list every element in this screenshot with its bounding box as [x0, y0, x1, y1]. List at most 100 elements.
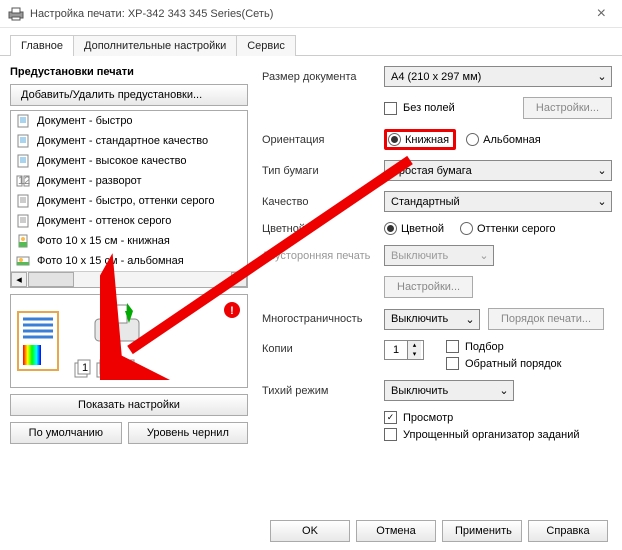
borderless-label: Без полей	[403, 102, 455, 114]
item-label: Документ - стандартное качество	[37, 135, 208, 147]
color-gray-radio[interactable]	[460, 222, 473, 235]
list-item[interactable]: Документ - быстро, оттенки серого	[11, 191, 247, 211]
item-label: Документ - высокое качество	[37, 155, 186, 167]
printer-preview-icon	[89, 301, 145, 347]
color-color-radio[interactable]	[384, 222, 397, 235]
orientation-highlight: Книжная	[384, 129, 456, 150]
collate-label: Подбор	[465, 341, 504, 353]
doc-icon	[15, 153, 31, 169]
close-icon[interactable]: ×	[589, 3, 614, 25]
multipage-label: Многостраничность	[262, 313, 384, 325]
spin-down-icon[interactable]: ▾	[408, 350, 421, 359]
alert-icon: !	[223, 301, 241, 319]
orientation-portrait-label: Книжная	[405, 134, 449, 146]
item-label: Документ - оттенок серого	[37, 215, 171, 227]
paper-type-select[interactable]: Простая бумага⌄	[384, 160, 612, 181]
tab-service[interactable]: Сервис	[236, 35, 296, 56]
color-gray-label: Оттенки серого	[477, 223, 555, 235]
chevron-down-icon: ⌄	[593, 161, 611, 180]
list-item[interactable]: Документ - оттенок серого	[11, 211, 247, 231]
doc-gray-icon	[15, 193, 31, 209]
borderless-settings-button: Настройки...	[523, 97, 612, 119]
scroll-right-icon[interactable]: ▸	[231, 272, 247, 287]
item-label: Фото 10 x 15 см - альбомная	[37, 255, 184, 267]
preview-label: Просмотр	[403, 412, 453, 424]
orientation-label: Ориентация	[262, 134, 384, 146]
chevron-down-icon: ⌄	[593, 67, 611, 86]
svg-text:2: 2	[104, 362, 110, 374]
chevron-down-icon: ⌄	[475, 246, 493, 265]
list-item[interactable]: Фото 10 x 15 см - книжная	[11, 231, 247, 251]
default-button[interactable]: По умолчанию	[10, 422, 122, 444]
color-color-label: Цветной	[401, 223, 444, 235]
collate-icon: 1 2 3	[73, 359, 137, 379]
page-order-button: Порядок печати...	[488, 308, 604, 330]
page-preview-icon	[17, 311, 59, 371]
preview-checkbox[interactable]: ✓	[384, 411, 397, 424]
list-item[interactable]: 12 Документ - разворот	[11, 171, 247, 191]
svg-text:3: 3	[126, 362, 132, 374]
window-title: Настройка печати: XP-342 343 345 Series(…	[30, 8, 273, 20]
doc-size-select[interactable]: A4 (210 x 297 мм)⌄	[384, 66, 612, 87]
apply-button[interactable]: Применить	[442, 520, 522, 542]
simple-org-checkbox[interactable]	[384, 428, 397, 441]
reverse-label: Обратный порядок	[465, 358, 561, 370]
add-remove-presets-button[interactable]: Добавить/Удалить предустановки...	[10, 84, 248, 106]
help-button[interactable]: Справка	[528, 520, 608, 542]
list-item[interactable]: Документ - высокое качество	[11, 151, 247, 171]
svg-text:1: 1	[82, 362, 88, 374]
show-settings-button[interactable]: Показать настройки	[10, 394, 248, 416]
spread-icon: 12	[15, 173, 31, 189]
chevron-down-icon: ⌄	[461, 310, 479, 329]
collate-checkbox[interactable]	[446, 340, 459, 353]
borderless-checkbox[interactable]	[384, 102, 397, 115]
ok-button[interactable]: OK	[270, 520, 350, 542]
orientation-landscape-label: Альбомная	[483, 134, 541, 146]
tab-main[interactable]: Главное	[10, 35, 74, 56]
photo-portrait-icon	[15, 233, 31, 249]
item-label: Документ - быстро	[37, 115, 133, 127]
simple-org-label: Упрощенный организатор заданий	[403, 429, 580, 441]
orientation-landscape-radio[interactable]	[466, 133, 479, 146]
orientation-portrait-radio[interactable]	[388, 133, 401, 146]
paper-type-label: Тип бумаги	[262, 165, 384, 177]
scrollbar[interactable]: ◂ ▸	[11, 271, 247, 287]
item-label: Документ - быстро, оттенки серого	[37, 195, 214, 207]
photo-landscape-icon	[15, 253, 31, 269]
doc-icon	[15, 133, 31, 149]
preset-list: Документ - быстро Документ - стандартное…	[10, 110, 248, 288]
list-item[interactable]: Документ - стандартное качество	[11, 131, 247, 151]
chevron-down-icon: ⌄	[495, 381, 513, 400]
multipage-select[interactable]: Выключить⌄	[384, 309, 480, 330]
tab-extra[interactable]: Дополнительные настройки	[73, 35, 237, 56]
preview-pane: ! 1 2 3	[10, 294, 248, 388]
item-label: Фото 10 x 15 см - книжная	[37, 235, 170, 247]
list-item[interactable]: Фото 10 x 15 см - альбомная	[11, 251, 247, 271]
doc-gray-icon	[15, 213, 31, 229]
duplex-select: Выключить⌄	[384, 245, 494, 266]
copies-label: Копии	[262, 340, 384, 355]
duplex-settings-button: Настройки...	[384, 276, 473, 298]
quality-label: Качество	[262, 196, 384, 208]
svg-text:!: !	[230, 305, 234, 317]
item-label: Документ - разворот	[37, 175, 142, 187]
duplex-label: Двусторонняя печать	[262, 250, 384, 262]
presets-title: Предустановки печати	[10, 66, 248, 78]
quiet-select[interactable]: Выключить⌄	[384, 380, 514, 401]
scroll-left-icon[interactable]: ◂	[11, 272, 27, 287]
doc-icon	[15, 113, 31, 129]
quality-select[interactable]: Стандартный⌄	[384, 191, 612, 212]
spin-up-icon[interactable]: ▴	[408, 341, 421, 350]
chevron-down-icon: ⌄	[593, 192, 611, 211]
svg-text:12: 12	[18, 175, 30, 187]
doc-size-label: Размер документа	[262, 71, 384, 83]
list-item[interactable]: Документ - быстро	[11, 111, 247, 131]
cancel-button[interactable]: Отмена	[356, 520, 436, 542]
reverse-checkbox[interactable]	[446, 357, 459, 370]
copies-input[interactable]	[385, 343, 407, 357]
copies-stepper[interactable]: ▴▾	[384, 340, 424, 360]
color-label: Цветной	[262, 223, 384, 235]
printer-icon	[8, 7, 24, 21]
ink-levels-button[interactable]: Уровень чернил	[128, 422, 248, 444]
scroll-thumb[interactable]	[28, 272, 74, 287]
